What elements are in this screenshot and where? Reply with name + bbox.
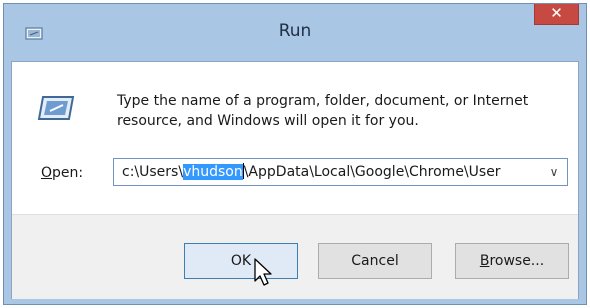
open-label: Open: xyxy=(41,165,83,181)
button-bar: OK Cancel Browse... xyxy=(12,214,578,299)
dialog-body: Type the name of a program, folder, docu… xyxy=(11,61,579,299)
browse-button[interactable]: Browse... xyxy=(455,243,569,279)
cancel-button[interactable]: Cancel xyxy=(318,243,432,279)
selected-text: vhudson xyxy=(183,164,243,180)
open-combobox[interactable]: c:\Users\vhudson\AppData\Local\Google\Ch… xyxy=(113,158,568,186)
browse-accelerator: B xyxy=(479,253,490,269)
title-bar[interactable]: Run ✕ xyxy=(4,4,586,62)
open-label-accelerator: O xyxy=(41,165,53,181)
path-prefix: c:\Users\ xyxy=(122,164,184,180)
chevron-down-icon[interactable]: ∨ xyxy=(545,162,563,182)
run-dialog-window: Run ✕ Type the name of a program, folder… xyxy=(3,3,587,305)
browse-label-rest: rowse... xyxy=(489,253,545,269)
open-input[interactable]: c:\Users\vhudson\AppData\Local\Google\Ch… xyxy=(122,163,532,181)
close-button[interactable]: ✕ xyxy=(534,4,579,25)
window-title: Run xyxy=(278,21,312,41)
run-program-icon xyxy=(37,96,75,120)
path-suffix: \AppData\Local\Google\Chrome\User xyxy=(243,164,501,180)
mouse-pointer-icon xyxy=(254,258,272,286)
instruction-text: Type the name of a program, folder, docu… xyxy=(117,93,529,129)
ok-button[interactable]: OK xyxy=(184,243,298,279)
open-label-rest: pen: xyxy=(52,165,84,181)
